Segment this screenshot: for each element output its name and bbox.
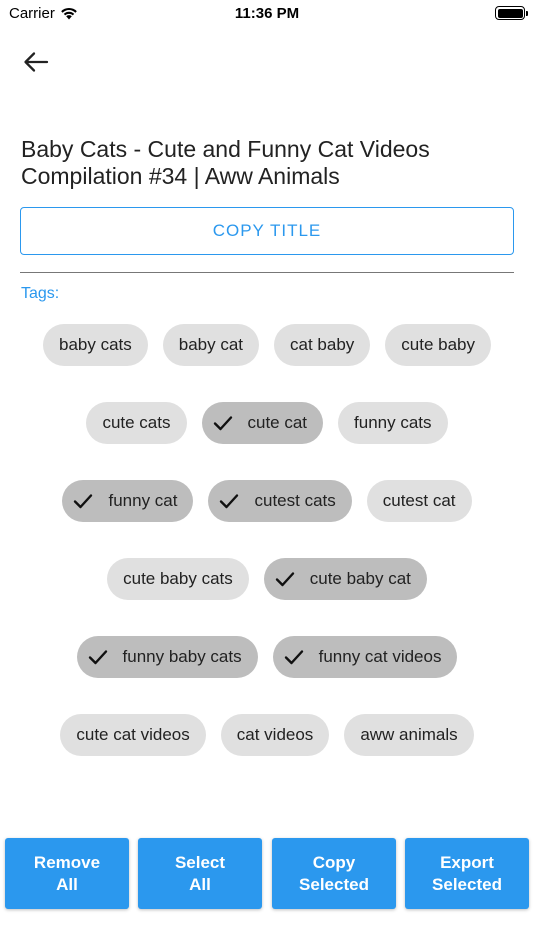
copy-title-button[interactable]: COPY TITLE bbox=[20, 207, 514, 255]
tag-chip-label: cute baby bbox=[401, 335, 476, 354]
check-icon bbox=[275, 572, 294, 587]
video-title: Baby Cats - Cute and Funny Cat Videos Co… bbox=[21, 136, 430, 189]
tag-chip[interactable]: aww animals bbox=[344, 714, 474, 756]
tag-chip[interactable]: funny cats bbox=[338, 402, 448, 444]
arrow-left-icon bbox=[24, 52, 49, 72]
check-icon bbox=[74, 494, 93, 509]
tag-chip[interactable]: cute cat videos bbox=[60, 714, 206, 756]
tag-chip[interactable]: cat videos bbox=[220, 714, 330, 756]
tag-chip[interactable]: cute cat bbox=[201, 402, 324, 444]
tag-chip-label: cute cat bbox=[247, 413, 308, 432]
tag-chip[interactable]: funny cat videos bbox=[272, 636, 458, 678]
check-icon bbox=[88, 650, 107, 665]
tag-row: cute cat videos cat videos aww animals bbox=[0, 714, 534, 756]
tag-chip-label: cat videos bbox=[236, 725, 314, 744]
export-selected-button[interactable]: Export Selected bbox=[405, 838, 529, 909]
status-time: 11:36 PM bbox=[234, 5, 300, 22]
tag-chip-label: funny cat videos bbox=[318, 647, 442, 666]
check-icon bbox=[284, 650, 303, 665]
tag-chip-label: cat baby bbox=[290, 335, 355, 354]
tag-chip-label: cute baby cats bbox=[123, 569, 233, 588]
tag-chip-label: baby cats bbox=[58, 335, 132, 354]
tag-chip[interactable]: cute baby bbox=[385, 324, 492, 366]
divider bbox=[20, 272, 514, 273]
status-bar: Carrier 11:36 PM bbox=[0, 0, 534, 28]
tag-row: funny baby cats funny cat videos bbox=[0, 636, 534, 678]
back-button[interactable] bbox=[18, 46, 54, 78]
select-all-button[interactable]: Select All bbox=[138, 838, 262, 909]
action-bar: Remove All Select All Copy Selected Expo… bbox=[0, 838, 534, 910]
tag-row: baby cats baby cat cat baby cute baby bbox=[0, 324, 534, 366]
tag-chip-label: funny cat bbox=[108, 491, 178, 510]
tag-row: funny cat cutest cats cutest cat bbox=[0, 480, 534, 522]
tag-chip-label: cutest cats bbox=[254, 491, 336, 510]
battery-icon bbox=[495, 6, 528, 20]
tag-chips: baby cats baby cat cat baby cute baby cute c… bbox=[0, 324, 534, 756]
remove-all-button[interactable]: Remove All bbox=[5, 838, 129, 909]
copy-selected-button[interactable]: Copy Selected bbox=[272, 838, 396, 909]
tag-chip[interactable]: cute baby cat bbox=[263, 558, 427, 600]
tag-chip[interactable]: funny baby cats bbox=[76, 636, 258, 678]
tag-chip[interactable]: cute baby cats bbox=[107, 558, 249, 600]
tags-label: Tags: bbox=[21, 285, 60, 302]
tag-row: cute baby cats cute baby cat bbox=[0, 558, 534, 600]
tag-chip[interactable]: cutest cats bbox=[208, 480, 352, 522]
tag-chip-label: funny baby cats bbox=[122, 647, 242, 666]
tag-chip-label: cute cats bbox=[102, 413, 171, 432]
tag-chip-label: cutest cat bbox=[382, 491, 456, 510]
tag-row: cute cats cute cat funny cats bbox=[0, 402, 534, 444]
tag-chip[interactable]: funny cat bbox=[62, 480, 194, 522]
tag-chip-label: cute baby cat bbox=[309, 569, 411, 588]
check-icon bbox=[220, 494, 239, 509]
tag-chip-label: funny cats bbox=[354, 413, 432, 432]
tag-chip-label: cute cat videos bbox=[76, 725, 190, 744]
check-icon bbox=[213, 416, 232, 431]
tag-chip[interactable]: cat baby bbox=[274, 324, 371, 366]
tag-chip-label: aww animals bbox=[360, 725, 458, 744]
tag-chip[interactable]: cutest cat bbox=[366, 480, 472, 522]
tag-chip[interactable]: baby cat bbox=[162, 324, 260, 366]
tag-chip-label: baby cat bbox=[178, 335, 244, 354]
tag-chip[interactable]: baby cats bbox=[42, 324, 148, 366]
tag-chip[interactable]: cute cats bbox=[86, 402, 187, 444]
